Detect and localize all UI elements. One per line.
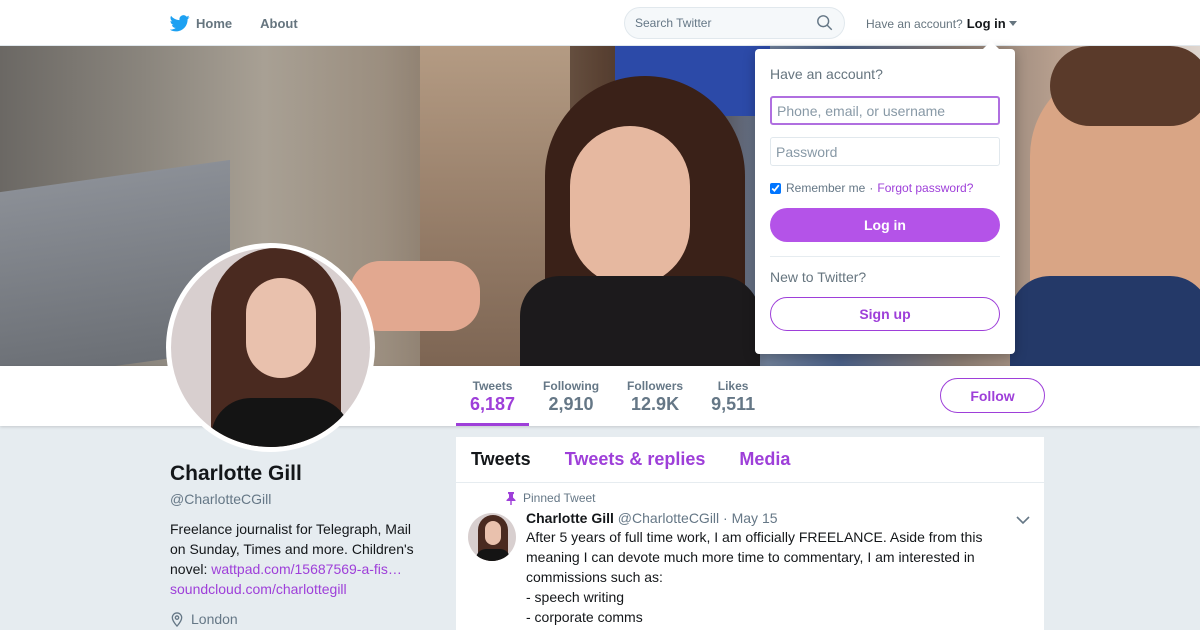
location-pin-icon [171, 611, 183, 627]
profile-bio: Freelance journalist for Telegraph, Mail… [170, 519, 420, 599]
tweet-author-handle[interactable]: @CharlotteCGill [618, 510, 719, 526]
dropdown-divider [770, 256, 1000, 257]
chevron-down-icon[interactable] [1016, 516, 1030, 525]
banner-speaker-body [520, 276, 760, 366]
banner-man-suit [1010, 276, 1200, 366]
stat-likes[interactable]: Likes 9,511 [697, 366, 769, 426]
account-area: Have an account? Log in [866, 16, 1017, 31]
remember-checkbox[interactable] [770, 182, 781, 194]
tweet-avatar-body [476, 549, 510, 561]
stat-following[interactable]: Following 2,910 [529, 366, 613, 426]
profile-avatar[interactable] [166, 243, 375, 452]
bio-link-wattpad[interactable]: wattpad.com/15687569-a-fis… [211, 561, 402, 577]
tweet-line: - corporate comms [526, 609, 643, 625]
twitter-bird-icon [170, 14, 190, 31]
tweet-author-name[interactable]: Charlotte Gill [526, 510, 614, 526]
username-field[interactable] [770, 96, 1000, 125]
login-button[interactable]: Log in [770, 208, 1000, 242]
timeline: Tweets Tweets & replies Media Pinned Twe… [456, 437, 1044, 630]
profile-name[interactable]: Charlotte Gill [170, 462, 430, 486]
caret-down-icon[interactable] [1008, 21, 1017, 26]
signup-button[interactable]: Sign up [770, 297, 1000, 331]
tweet-header: Charlotte Gill @CharlotteCGill · May 15 [526, 510, 1029, 526]
pinned-label: Pinned Tweet [523, 491, 596, 505]
stat-followers[interactable]: Followers 12.9K [613, 366, 697, 426]
pin-icon [506, 491, 516, 505]
timeline-tabs: Tweets Tweets & replies Media [456, 437, 1044, 483]
password-field[interactable] [770, 137, 1000, 166]
pinned-tweet[interactable]: Pinned Tweet Charlotte Gill @CharlotteCG… [456, 483, 1044, 627]
new-to-twitter-label: New to Twitter? [770, 269, 867, 285]
tweet-text: After 5 years of full time work, I am of… [526, 527, 996, 627]
tab-media[interactable]: Media [739, 449, 790, 470]
tweet-avatar-face [485, 521, 501, 545]
stat-label: Followers [627, 379, 684, 393]
search-box [624, 7, 845, 39]
follow-button[interactable]: Follow [940, 378, 1045, 413]
forgot-password-link[interactable]: Forgot password? [877, 181, 973, 195]
banner-speaker-face [570, 126, 690, 286]
profile-location: London [170, 611, 430, 627]
login-menu-button[interactable]: Log in [967, 16, 1006, 31]
location-text: London [191, 611, 238, 627]
tab-tweets-replies[interactable]: Tweets & replies [565, 449, 706, 470]
stat-label: Following [543, 379, 600, 393]
remember-label[interactable]: Remember me [786, 181, 865, 195]
banner-man-hair [1050, 46, 1200, 126]
search-icon[interactable] [816, 14, 834, 32]
stat-value: 12.9K [631, 394, 680, 414]
stat-value: 6,187 [470, 394, 516, 414]
avatar-body [211, 398, 351, 447]
profile-card: Charlotte Gill @CharlotteCGill Freelance… [170, 462, 430, 627]
tweet-dot: · [723, 510, 728, 526]
home-label: Home [196, 15, 233, 31]
stat-tweets[interactable]: Tweets 6,187 [456, 366, 530, 426]
home-link[interactable]: Home [170, 14, 233, 32]
account-prompt: Have an account? [866, 16, 963, 31]
stat-label: Likes [717, 379, 749, 393]
pinned-label-row: Pinned Tweet [506, 491, 1029, 505]
profile-stats: Tweets 6,187 Following 2,910 Followers 1… [456, 366, 769, 426]
tweet-avatar[interactable] [468, 513, 516, 561]
top-nav-bar: Home About Have an account? Log in [0, 0, 1200, 46]
tweet-date[interactable]: May 15 [732, 510, 778, 526]
tab-tweets[interactable]: Tweets [471, 449, 531, 470]
stat-label: Tweets [472, 379, 513, 393]
dropdown-title: Have an account? [770, 66, 883, 82]
avatar-face [246, 278, 316, 378]
profile-handle[interactable]: @CharlotteCGill [170, 491, 430, 507]
nav-left: Home About [170, 0, 326, 46]
remember-row: Remember me · Forgot password? [770, 181, 1000, 195]
stat-value: 2,910 [548, 394, 594, 414]
remember-separator: · [869, 181, 874, 195]
tweet-line: After 5 years of full time work, I am of… [526, 529, 983, 585]
stat-value: 9,511 [711, 394, 756, 414]
search-input[interactable] [635, 16, 816, 30]
tweet-line: - speech writing [526, 589, 625, 605]
bio-link-soundcloud[interactable]: soundcloud.com/charlottegill [170, 581, 347, 597]
login-dropdown: Have an account? Remember me · Forgot pa… [755, 41, 1015, 354]
about-link[interactable]: About [260, 16, 298, 31]
